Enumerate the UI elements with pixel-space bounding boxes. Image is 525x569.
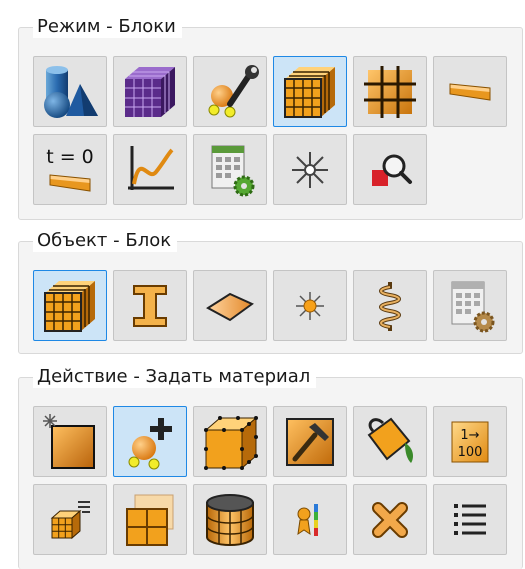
list-icon [454, 503, 486, 535]
object-settings-icon [451, 281, 495, 332]
mesh-block-icon [125, 66, 175, 117]
initial-conditions-icon: t = 0 [46, 146, 94, 192]
surface-icon [206, 292, 254, 321]
i-beam-button[interactable] [113, 270, 187, 341]
mesh-block-button[interactable] [113, 56, 187, 127]
group-title: Объект - Блок [33, 230, 178, 252]
hammer-icon [286, 417, 334, 466]
block-object-button[interactable] [33, 270, 107, 341]
cylinder-button[interactable] [193, 484, 267, 555]
block-nodes-button[interactable] [193, 406, 267, 477]
block-list-button[interactable] [33, 484, 107, 555]
graph-button[interactable] [113, 134, 187, 205]
numbering-button[interactable]: 1→ 100 [433, 406, 507, 477]
split-block-icon [126, 494, 174, 546]
block-list-icon [50, 500, 90, 539]
cylinder-icon [206, 493, 254, 546]
object-settings-button[interactable] [433, 270, 507, 341]
numbering-icon: 1→ 100 [451, 421, 489, 462]
calculator-settings-button[interactable] [193, 134, 267, 205]
load-star-icon [292, 151, 328, 188]
graph-icon [128, 145, 174, 190]
mesh-tools-button[interactable] [193, 56, 267, 127]
beam-icon [449, 82, 491, 101]
spring-icon [379, 281, 401, 331]
calculator-settings-icon [211, 145, 255, 196]
numbering-top-label: 1→ [460, 428, 479, 443]
surface-button[interactable] [193, 270, 267, 341]
point-icon [296, 291, 324, 320]
inspect-icon [372, 154, 412, 186]
fill-bucket-button[interactable] [353, 406, 427, 477]
i-beam-icon [133, 284, 167, 327]
split-block-button[interactable] [113, 484, 187, 555]
list-button[interactable] [433, 484, 507, 555]
load-star-button[interactable] [273, 134, 347, 205]
blocks-icon [284, 66, 335, 118]
new-block-icon [43, 413, 95, 469]
delete-button[interactable] [353, 484, 427, 555]
material-palette-icon [297, 503, 318, 536]
initial-conditions-button[interactable]: t = 0 [33, 134, 107, 205]
add-material-icon [128, 417, 172, 469]
point-button[interactable] [273, 270, 347, 341]
add-material-button[interactable] [113, 406, 187, 477]
spring-button[interactable] [353, 270, 427, 341]
blocks-button[interactable] [273, 56, 347, 127]
geometry-shapes-button[interactable] [33, 56, 107, 127]
initial-conditions-label: t = 0 [46, 146, 94, 168]
delete-icon [372, 501, 408, 538]
beam-button[interactable] [433, 56, 507, 127]
group-title: Действие - Задать материал [33, 366, 317, 388]
block-grid-icon [364, 65, 416, 118]
inspect-button[interactable] [353, 134, 427, 205]
block-nodes-icon [204, 415, 258, 470]
geometry-shapes-icon [44, 65, 98, 118]
fill-bucket-icon [367, 417, 413, 463]
block-grid-button[interactable] [353, 56, 427, 127]
material-palette-button[interactable] [273, 484, 347, 555]
block-object-icon [44, 280, 95, 332]
group-title: Режим - Блоки [33, 16, 182, 38]
new-block-button[interactable] [33, 406, 107, 477]
hammer-button[interactable] [273, 406, 347, 477]
numbering-bottom-label: 100 [458, 445, 483, 460]
mesh-tools-icon [208, 64, 259, 117]
